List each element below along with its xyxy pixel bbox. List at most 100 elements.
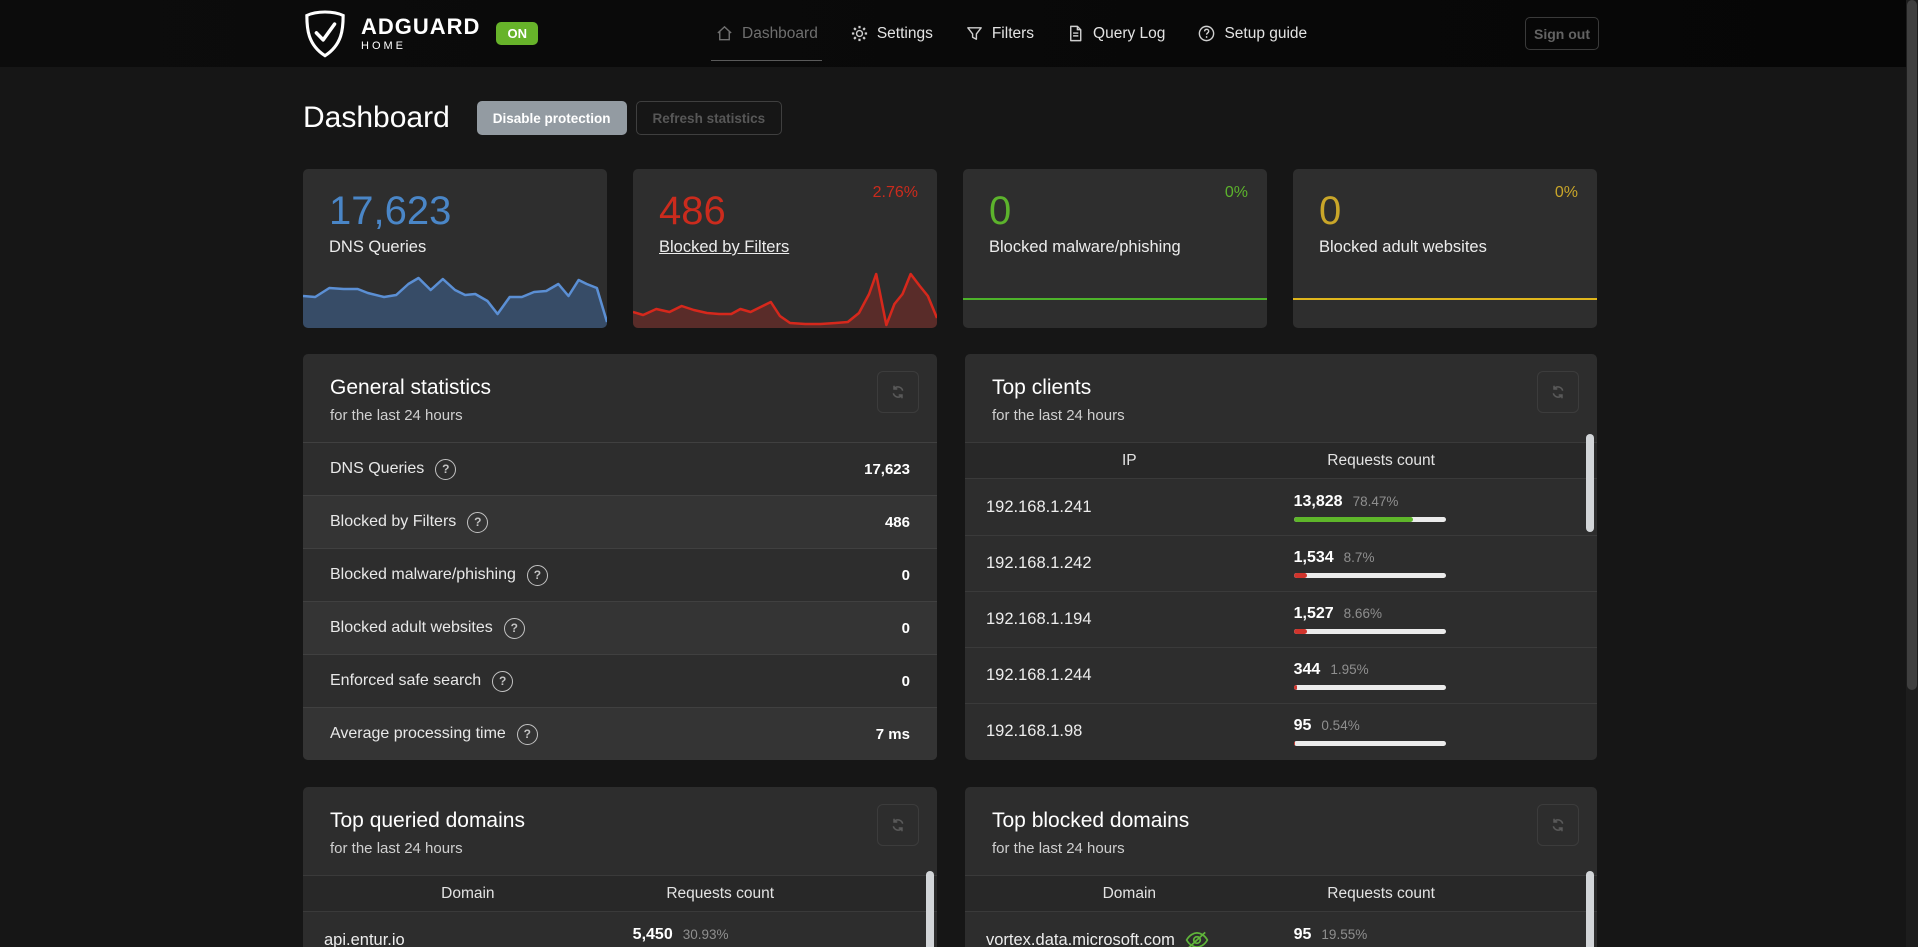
stat-value: 0 [901, 566, 910, 584]
requests-percent: 1.95% [1330, 662, 1369, 677]
help-icon[interactable]: ? [503, 617, 525, 639]
top-queried-table-header: Domain Requests count [303, 875, 937, 912]
refresh-icon [892, 385, 904, 399]
stat-value: 7 ms [875, 725, 910, 743]
general-statistics-title: General statistics [330, 376, 492, 399]
requests-count: 1,534 [1293, 549, 1334, 566]
help-icon[interactable]: ? [516, 723, 538, 745]
stat-row: Blocked by Filters ? 486 [303, 495, 937, 548]
top-queried-domains-panel: Top queried domains for the last 24 hour… [303, 787, 937, 947]
main-nav: Dashboard Settings Filters Query Log Set… [711, 0, 1307, 67]
disable-protection-button[interactable]: Disable protection [476, 101, 627, 135]
stat-label: Blocked adult websites [330, 619, 493, 636]
blocked-filters-value: 486 [659, 189, 726, 233]
home-icon [717, 25, 732, 41]
top-blocked-table-header: Domain Requests count [965, 875, 1597, 912]
column-header-ip: IP [1121, 451, 1137, 469]
stat-row: Blocked malware/phishing ? 0 [303, 548, 937, 601]
page-header: Dashboard Disable protection Refresh sta… [303, 101, 1597, 135]
brand-sub: HOME [361, 39, 406, 52]
general-statistics-subtitle: for the last 24 hours [330, 407, 463, 424]
column-header-requests: Requests count [1327, 884, 1435, 902]
refresh-general-statistics-button[interactable] [877, 371, 919, 413]
stat-value: 0 [901, 619, 910, 637]
requests-count: 13,828 [1293, 492, 1343, 510]
stat-row: Average processing time ? 7 ms [303, 707, 937, 760]
table-row: 192.168.1.98 95 0.54% [965, 703, 1597, 759]
client-ip: 192.168.1.194 [986, 610, 1092, 628]
refresh-statistics-button[interactable]: Refresh statistics [635, 101, 783, 135]
progress-bar [1293, 741, 1446, 746]
column-header-domain: Domain [1102, 884, 1157, 902]
client-ip: 192.168.1.98 [986, 722, 1083, 740]
refresh-top-queried-button[interactable] [877, 804, 919, 846]
page-title: Dashboard [303, 101, 450, 134]
card-blocked-adult: 0% 0 Blocked adult websites [1293, 169, 1597, 328]
stat-row: Enforced safe search ? 0 [303, 654, 937, 707]
blocked-malware-value: 0 [989, 189, 1012, 233]
panel-scrollbar-thumb[interactable] [1586, 871, 1594, 947]
stat-label: Blocked by Filters [330, 513, 457, 530]
stat-row: DNS Queries ? 17,623 [303, 442, 937, 495]
eye-off-icon[interactable] [1185, 931, 1209, 947]
table-row: 192.168.1.244 344 1.95% [965, 647, 1597, 703]
panel-scrollbar-thumb[interactable] [926, 871, 934, 947]
nav-item-query-log[interactable]: Query Log [1066, 24, 1165, 43]
funnel-icon [966, 27, 982, 40]
dns-queries-value: 17,623 [329, 189, 452, 233]
progress-bar [1293, 516, 1446, 522]
page-scrollbar-thumb[interactable] [1907, 0, 1917, 690]
blocked-adult-label: Blocked adult websites [1319, 238, 1487, 256]
sign-out-button[interactable]: Sign out [1525, 17, 1599, 50]
adguard-home-logo[interactable]: ADGUARD HOME ON [303, 0, 538, 67]
general-statistics-list: DNS Queries ? 17,623 Blocked by Filters … [303, 442, 937, 760]
gear-icon [851, 25, 867, 42]
table-row: 192.168.1.194 1,527 8.66% [965, 591, 1597, 647]
table-row: api.entur.io 5,450 30.93% [303, 912, 937, 947]
refresh-icon [1552, 385, 1564, 399]
top-queried-domains-title: Top queried domains [330, 809, 525, 832]
progress-bar [1293, 629, 1446, 634]
help-icon[interactable]: ? [467, 511, 489, 533]
top-clients-table: 192.168.1.241 13,828 78.47% 192.168.1.24… [965, 479, 1597, 759]
help-icon[interactable]: ? [526, 564, 548, 586]
blocked-filters-link[interactable]: Blocked by Filters [659, 238, 789, 257]
nav-item-settings[interactable]: Settings [850, 24, 933, 43]
nav-item-setup-guide[interactable]: Setup guide [1197, 24, 1307, 43]
refresh-top-blocked-button[interactable] [1537, 804, 1579, 846]
help-icon[interactable]: ? [492, 670, 514, 692]
top-blocked-domains-panel: Top blocked domains for the last 24 hour… [965, 787, 1597, 947]
nav-item-filters[interactable]: Filters [965, 24, 1034, 43]
nav-item-dashboard[interactable]: Dashboard [711, 24, 822, 61]
nav-item-label: Query Log [1093, 24, 1166, 42]
stat-row: Blocked adult websites ? 0 [303, 601, 937, 654]
card-blocked-by-filters: 2.76% 486 Blocked by Filters [633, 169, 937, 328]
column-header-requests: Requests count [666, 884, 775, 902]
middle-panels: General statistics for the last 24 hours… [303, 354, 1597, 760]
blocked-adult-flatline [1293, 298, 1597, 300]
top-clients-title: Top clients [992, 376, 1092, 399]
panel-scrollbar-thumb[interactable] [1586, 434, 1594, 532]
nav-item-label: Filters [991, 24, 1035, 42]
top-clients-table-header: IP Requests count [965, 442, 1597, 479]
stat-label: Average processing time [330, 725, 506, 742]
stat-cards: 17,623 DNS Queries 2.76% 486 Blocked by … [303, 169, 1597, 328]
stat-label: DNS Queries [330, 460, 425, 477]
navbar: ADGUARD HOME ON Dashboard Settings Filte… [0, 0, 1918, 67]
general-statistics-panel: General statistics for the last 24 hours… [303, 354, 937, 760]
card-dns-queries: 17,623 DNS Queries [303, 169, 607, 328]
question-circle-icon [1199, 25, 1215, 42]
shield-check-icon [305, 9, 345, 57]
requests-percent: 30.93% [682, 926, 729, 942]
help-icon[interactable]: ? [435, 458, 457, 480]
page-scrollbar[interactable] [1906, 0, 1918, 947]
stat-value: 0 [901, 672, 910, 690]
blocked-domain: vortex.data.microsoft.com [986, 930, 1175, 947]
queried-domain: api.entur.io [324, 930, 405, 947]
nav-item-label: Dashboard [742, 24, 818, 42]
refresh-top-clients-button[interactable] [1537, 371, 1579, 413]
dns-queries-label: DNS Queries [329, 238, 427, 256]
top-blocked-domains-subtitle: for the last 24 hours [992, 840, 1125, 857]
top-blocked-domains-title: Top blocked domains [992, 809, 1190, 832]
blocked-malware-flatline [963, 298, 1267, 300]
